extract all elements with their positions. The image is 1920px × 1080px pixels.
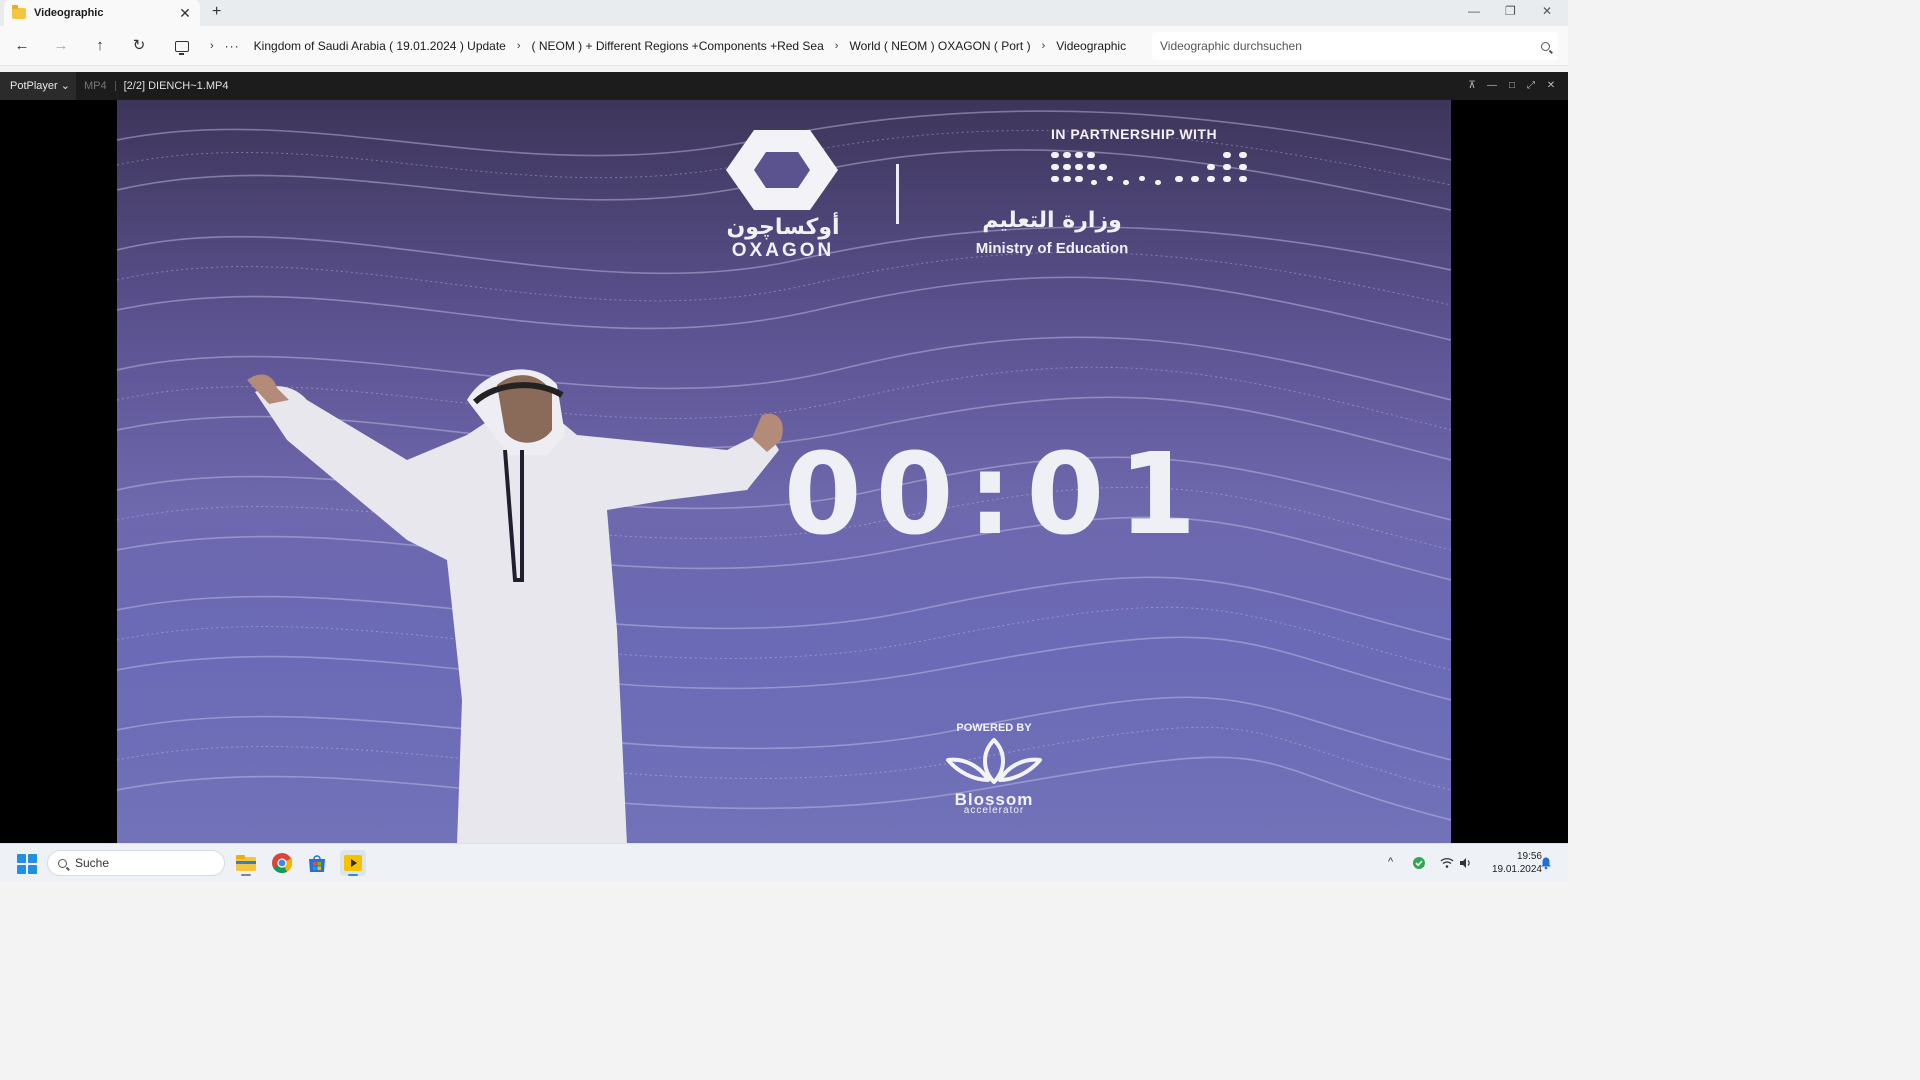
chevron-right-icon[interactable]: › <box>1042 40 1046 52</box>
new-tab-button[interactable]: + <box>212 3 221 21</box>
file-format: MP4 <box>83 80 107 92</box>
tray-chevron-up-icon[interactable]: ^ <box>1388 856 1393 868</box>
taskbar-search-label: Suche <box>75 856 110 870</box>
file-name: [2/2] DIENCH~1.MP4 <box>123 80 229 92</box>
volume-icon[interactable] <box>1458 856 1472 870</box>
pin-icon[interactable]: ⊼ <box>1466 80 1478 92</box>
moe-label: Ministry of Education <box>975 240 1129 257</box>
chevron-down-icon: ⌄ <box>60 80 70 92</box>
divider <box>114 81 116 91</box>
moe-dots-logo-icon <box>1051 152 1247 185</box>
logo-divider <box>896 164 899 224</box>
forward-button[interactable]: → <box>51 36 71 56</box>
oxagon-arabic-label: أوكساچون <box>726 215 840 240</box>
breadcrumb: › ··· Kingdom of Saudi Arabia ( 19.01.20… <box>168 32 1144 60</box>
player-close-button[interactable]: ✕ <box>1545 80 1557 92</box>
explorer-navbar: ← → ↑ ↻ › ··· Kingdom of Saudi Arabia ( … <box>0 26 1568 66</box>
oxagon-label: OXAGON <box>731 240 835 261</box>
file-explorer-icon[interactable] <box>233 850 259 876</box>
windows-start-icon[interactable] <box>17 854 37 874</box>
tab-title: Videographic <box>34 7 104 19</box>
player-minimize-button[interactable]: — <box>1486 80 1498 92</box>
potplayer-window: PotPlayer ⌄ MP4 [2/2] DIENCH~1.MP4 ⊼ — □… <box>0 72 1568 843</box>
potplayer-menu-button[interactable]: PotPlayer ⌄ <box>0 72 76 100</box>
search-icon <box>58 858 67 868</box>
breadcrumb-more[interactable]: ··· <box>225 39 240 53</box>
chevron-right-icon[interactable]: › <box>517 40 521 52</box>
system-clock[interactable]: 19:56 19.01.2024 <box>1478 850 1542 876</box>
close-window-button[interactable]: ✕ <box>1542 4 1552 18</box>
up-button[interactable]: ↑ <box>90 36 110 56</box>
breadcrumb-item-ksa[interactable]: Kingdom of Saudi Arabia ( 19.01.2024 ) U… <box>254 39 506 53</box>
player-maximize-button[interactable]: □ <box>1506 80 1518 92</box>
fullscreen-icon[interactable]: ⤢ <box>1525 80 1537 92</box>
search-input[interactable]: Videographic durchsuchen <box>1152 32 1558 60</box>
presenter-figure <box>247 369 783 843</box>
blossom-lotus-icon <box>946 738 1042 784</box>
clock-date: 19.01.2024 <box>1491 864 1542 875</box>
video-frame[interactable]: أوكساچون OXAGON IN PARTNERSHIP WITH وزار… <box>117 100 1451 843</box>
wifi-icon[interactable] <box>1440 857 1454 869</box>
player-titlebar: PotPlayer ⌄ MP4 [2/2] DIENCH~1.MP4 <box>0 72 1568 100</box>
search-icon[interactable] <box>1541 41 1550 51</box>
countdown-timer: 00:01 <box>783 430 1211 560</box>
microsoft-store-icon[interactable] <box>304 850 330 876</box>
taskbar-search-input[interactable]: Suche <box>47 850 225 876</box>
chevron-right-icon[interactable]: › <box>210 40 214 52</box>
accelerator-label: accelerator <box>963 805 1025 816</box>
tab-videographic[interactable]: Videographic ✕ <box>4 0 200 26</box>
taskbar: Suche ^ 19:56 19.01.2024 <box>0 843 1568 882</box>
minimize-button[interactable]: — <box>1468 4 1480 18</box>
tab-close-icon[interactable]: ✕ <box>178 5 192 22</box>
search-placeholder: Videographic durchsuchen <box>1160 39 1302 53</box>
chevron-right-icon[interactable]: › <box>835 40 839 52</box>
refresh-button[interactable]: ↻ <box>129 36 149 56</box>
oxagon-logo-icon <box>726 130 838 210</box>
moe-arabic-label: وزارة التعليم <box>982 208 1122 233</box>
chrome-icon[interactable] <box>269 850 295 876</box>
potplayer-icon[interactable] <box>340 850 366 876</box>
restore-button[interactable]: ❐ <box>1505 4 1516 18</box>
partnership-label: IN PARTNERSHIP WITH <box>1051 126 1218 142</box>
computer-icon[interactable] <box>175 40 189 55</box>
breadcrumb-item-oxagon[interactable]: World ( NEOM ) OXAGON ( Port ) <box>849 39 1030 53</box>
clock-time: 19:56 <box>1516 851 1542 862</box>
explorer-tab-strip: Videographic ✕ + — ❐ ✕ <box>0 0 1568 26</box>
notification-bell-icon[interactable] <box>1539 856 1553 870</box>
powered-by-label: POWERED BY <box>956 722 1032 734</box>
folder-icon <box>12 4 26 19</box>
breadcrumb-item-videographic[interactable]: Videographic <box>1056 39 1126 53</box>
breadcrumb-item-neom[interactable]: ( NEOM ) + Different Regions +Components… <box>532 39 824 53</box>
back-button[interactable]: ← <box>12 36 32 56</box>
security-shield-icon[interactable] <box>1412 856 1426 870</box>
